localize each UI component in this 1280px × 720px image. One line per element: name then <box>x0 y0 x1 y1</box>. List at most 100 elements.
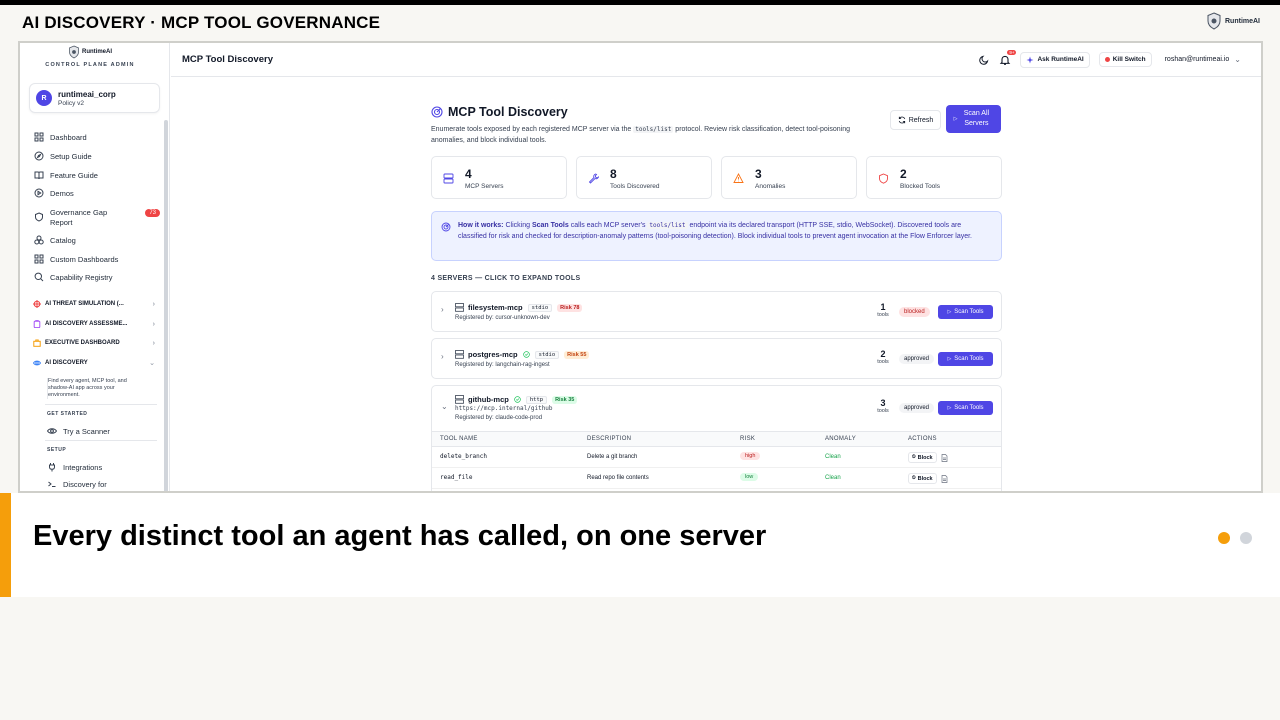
tool-description: Read repo file contents <box>587 475 649 481</box>
document-icon[interactable] <box>941 453 948 462</box>
section-ai-discovery[interactable]: AI DISCOVERY ⌄ <box>33 359 155 367</box>
desc-text: Enumerate tools exposed by each register… <box>431 126 632 133</box>
tool-count-value: 2 <box>880 349 886 359</box>
org-switcher[interactable]: R runtimeai_corp Policy v2 <box>29 83 160 113</box>
how-it-works-callout: How it works: Clicking Scan Tools calls … <box>431 211 1002 261</box>
chevron-right-icon[interactable]: › <box>441 305 444 314</box>
moon-icon[interactable] <box>979 54 990 65</box>
stat-label: Tools Discovered <box>610 183 660 190</box>
sidebar-item-setup-guide[interactable]: Setup Guide <box>34 151 160 161</box>
sidebar-item-label: Try a Scanner <box>63 426 110 436</box>
stat-value: 2 <box>900 167 907 181</box>
sidebar-logo[interactable]: RuntimeAI CONTROL PLANE ADMIN <box>20 45 160 68</box>
block-button[interactable]: ⦸ Block <box>908 452 937 463</box>
divider <box>45 440 157 441</box>
stat-card-tools-discovered: 8 Tools Discovered <box>576 156 712 199</box>
sidebar-item-label: Demos <box>50 188 74 198</box>
compass-icon <box>34 151 44 161</box>
sidebar-scrollbar[interactable] <box>164 120 168 491</box>
registered-by: Registered by: claude-code-prod <box>455 415 543 421</box>
page-description: Enumerate tools exposed by each register… <box>431 125 871 146</box>
section-ai-discovery-assessment[interactable]: AI DISCOVERY ASSESSME... › <box>33 320 155 328</box>
sidebar-item-feature-guide[interactable]: Feature Guide <box>34 170 160 180</box>
slide-pagination <box>1218 532 1252 544</box>
server-card-github-mcp[interactable]: ⌄ github-mcp http Risk 35 https://mcp.in… <box>431 385 1002 491</box>
status-badge: approved <box>899 403 935 413</box>
chevron-down-icon[interactable]: ⌄ <box>441 402 448 411</box>
stat-label: Anomalies <box>755 183 786 190</box>
server-card-postgres-mcp[interactable]: › postgres-mcp stdio Risk 55 Registered … <box>431 338 1002 379</box>
slide-title: AI DISCOVERY · MCP TOOL GOVERNANCE <box>22 13 381 32</box>
scan-tools-button[interactable]: ▷ Scan Tools <box>938 401 993 415</box>
sidebar-item-capability-registry[interactable]: Capability Registry <box>34 272 160 282</box>
kill-switch-button[interactable]: Kill Switch <box>1098 52 1152 67</box>
anomaly-status: Clean <box>825 454 841 460</box>
sparkle-icon <box>1026 56 1034 63</box>
server-name: filesystem-mcp <box>468 303 523 312</box>
section-label: AI DISCOVERY ASSESSME... <box>45 321 128 327</box>
column-header: RISK <box>740 436 756 442</box>
sidebar-item-catalog[interactable]: Catalog <box>34 235 160 245</box>
play-icon: ▷ <box>947 309 952 315</box>
sidebar-item-governance-gap-report[interactable]: Governance Gap Report 73 <box>34 208 160 228</box>
app-screenshot: RuntimeAI CONTROL PLANE ADMIN R runtimea… <box>18 41 1263 493</box>
ask-runtimeai-button[interactable]: Ask RuntimeAI <box>1020 51 1090 68</box>
stat-value: 4 <box>465 167 472 181</box>
sidebar-item-try-a-scanner[interactable]: Try a Scanner <box>47 426 173 436</box>
refresh-button[interactable]: Refresh <box>890 110 941 130</box>
sidebar-item-demos[interactable]: Demos <box>34 188 160 198</box>
chevron-right-icon: › <box>152 339 155 347</box>
sidebar-item-label: Dashboard <box>50 132 87 142</box>
sidebar-item-label: Integrations <box>63 462 103 472</box>
scan-tools-button[interactable]: ▷ Scan Tools <box>938 352 993 366</box>
shield-icon <box>35 212 43 222</box>
notifications-button[interactable]: 9+ <box>999 49 1017 66</box>
scan-all-servers-button[interactable]: ▷ Scan All Servers <box>946 105 1001 133</box>
refresh-label: Refresh <box>908 116 934 124</box>
stats-row: 4 MCP Servers 8 Tools Discovered 3 Anoma… <box>431 156 1002 199</box>
sidebar-item-dashboard[interactable]: Dashboard <box>34 132 160 142</box>
section-label: AI THREAT SIMULATION (... <box>45 301 124 307</box>
scan-tools-button[interactable]: ▷ Scan Tools <box>938 305 993 319</box>
transport-tag: http <box>525 395 548 404</box>
tool-description: Delete a git branch <box>587 454 638 460</box>
tool-name: read_file <box>440 474 473 481</box>
tool-count: 3 tools <box>872 398 894 414</box>
notification-count: 9+ <box>1007 49 1017 55</box>
desc-code: tools/list <box>633 126 674 133</box>
verified-check-icon <box>522 351 530 358</box>
tool-count: 1 tools <box>872 302 894 318</box>
stat-label: Blocked Tools <box>900 183 940 190</box>
registered-by: Registered by: langchain-rag-ingest <box>455 362 550 368</box>
sidebar-item-label: Custom Dashboards <box>50 254 119 264</box>
risk-badge: Risk 78 <box>557 303 583 312</box>
row-actions: ⦸ Block <box>908 473 948 484</box>
server-card-filesystem-mcp[interactable]: › filesystem-mcp stdio Risk 78 Registere… <box>431 291 1002 332</box>
sidebar-item-custom-dashboards[interactable]: Custom Dashboards <box>34 254 160 264</box>
how-text: Clicking <box>505 222 530 229</box>
section-ai-threat-simulation[interactable]: AI THREAT SIMULATION (... › <box>33 300 155 308</box>
server-url: https://mcp.internal/github <box>455 405 553 412</box>
server-icon <box>455 350 464 359</box>
page-title-text: MCP Tool Discovery <box>448 105 568 119</box>
section-executive-dashboard[interactable]: EXECUTIVE DASHBOARD › <box>33 339 155 347</box>
registered-by: Registered by: cursor-unknown-dev <box>455 315 550 321</box>
tool-count-value: 3 <box>880 398 886 408</box>
user-menu[interactable]: roshan@runtimeai.io ⌄ <box>1165 55 1241 64</box>
sidebar-item-discovery-for[interactable]: Discovery for <box>47 479 173 489</box>
block-button[interactable]: ⦸ Block <box>908 473 937 484</box>
crosshair-icon <box>33 300 41 308</box>
servers-heading: 4 SERVERS — CLICK TO EXPAND TOOLS <box>431 275 581 282</box>
document-icon[interactable] <box>941 474 948 483</box>
how-bold: Scan Tools <box>531 222 569 229</box>
pagination-dot[interactable] <box>1240 532 1252 544</box>
bell-icon <box>1000 55 1011 65</box>
pagination-dot-active[interactable] <box>1218 532 1230 544</box>
chevron-right-icon[interactable]: › <box>441 352 444 361</box>
sidebar-item-integrations[interactable]: Integrations <box>47 462 173 472</box>
org-name: runtimeai_corp <box>58 89 116 99</box>
setup-label: SETUP <box>47 447 67 453</box>
section-label: EXECUTIVE DASHBOARD <box>45 340 120 346</box>
sidebar-subtitle: CONTROL PLANE ADMIN <box>45 62 135 68</box>
column-header: DESCRIPTION <box>587 436 632 442</box>
